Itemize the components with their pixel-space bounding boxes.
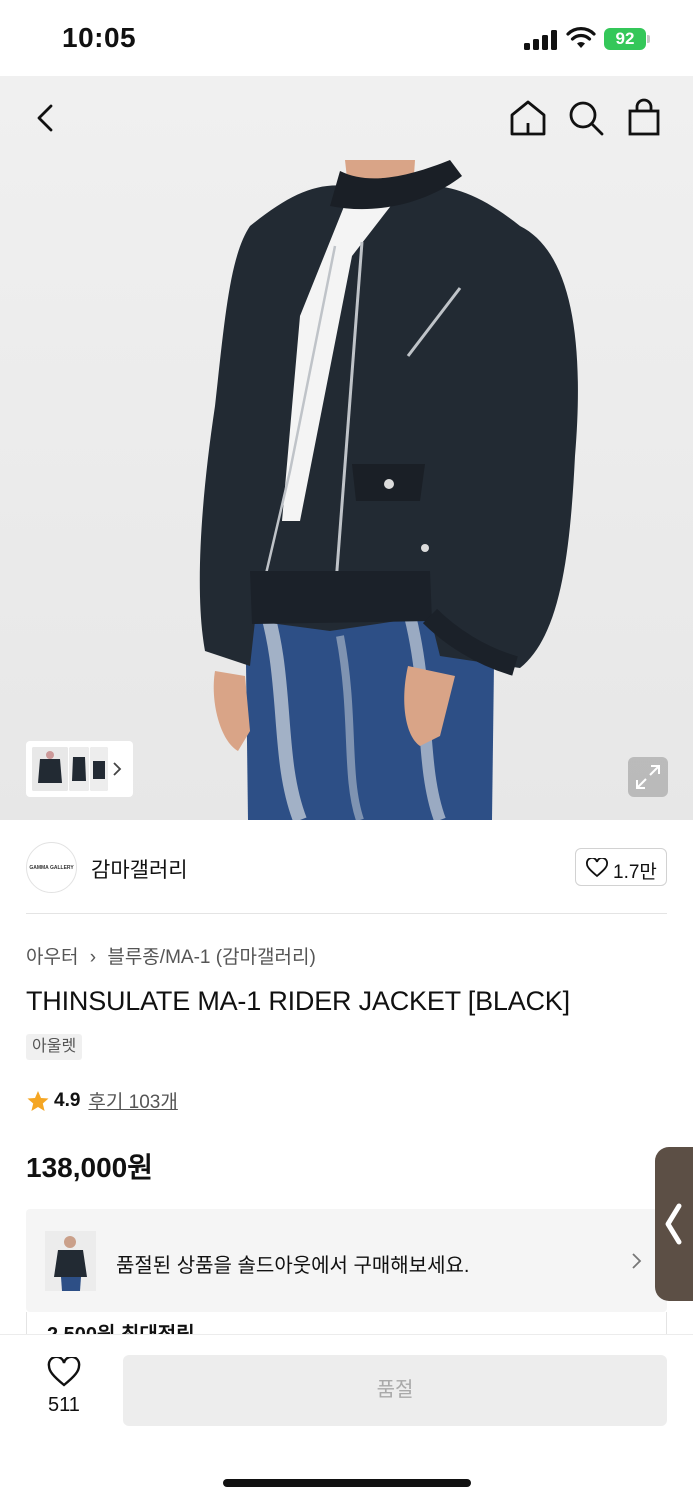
shop-row: GAMMA GALLERY 감마갤러리 1.7만 [26,820,667,914]
breadcrumb-chevron-icon: › [89,947,97,968]
product-title: THINSULATE MA-1 RIDER JACKET [BLACK] [26,986,570,1016]
breadcrumb-subcategory[interactable]: 블루종/MA-1 (감마갤러리) [107,947,315,968]
heart-icon [47,1355,81,1387]
cart-button[interactable] [622,96,666,140]
status-bar: 10:05 92 [0,0,693,76]
bottom-action-bar: 511 품절 [0,1334,693,1500]
soldout-thumbnail [45,1231,96,1291]
review-link[interactable]: 후기 103개 [88,1087,177,1114]
rating-score: 4.9 [54,1089,81,1111]
heart-icon [586,858,608,878]
product-image[interactable] [0,76,693,820]
signal-icon [524,30,558,50]
outlet-tag: 아울렛 [26,1034,83,1060]
breadcrumb: 아우터 › 블루종/MA-1 (감마갤러리) [26,942,316,969]
wish-button[interactable]: 511 [36,1355,92,1417]
status-time: 10:05 [62,22,137,53]
thumbnail-3[interactable] [90,747,108,791]
breadcrumb-category[interactable]: 아우터 [26,947,78,968]
soldout-message: 품절된 상품을 솔드아웃에서 구매해보세요. [116,1255,470,1277]
shop-like-button[interactable]: 1.7만 [575,848,667,886]
home-icon [510,100,546,136]
side-drawer-tab[interactable] [655,1147,693,1301]
battery-tip [647,35,650,43]
product-price: 138,000원 [26,1152,153,1183]
thumbnail-strip[interactable] [26,741,133,797]
home-button[interactable] [506,96,550,140]
jacket-photo [199,160,578,820]
shop-name[interactable]: 감마갤러리 [91,854,188,884]
soldout-banner[interactable]: 품절된 상품을 솔드아웃에서 구매해보세요. [26,1209,667,1312]
wish-count: 511 [48,1394,80,1416]
chevron-left-icon [665,1203,682,1245]
wifi-icon [566,27,596,48]
star-icon [27,1090,49,1111]
thumbnail-1[interactable] [32,747,68,791]
search-button[interactable] [564,96,608,140]
thumbnail-2[interactable] [69,747,89,791]
back-button[interactable] [24,96,68,140]
expand-button[interactable] [628,757,668,797]
back-arrow-icon [37,104,53,132]
search-icon [569,101,604,136]
expand-icon [636,765,660,789]
battery-indicator: 92 [604,28,646,50]
shop-like-count: 1.7만 [613,862,657,883]
shopping-bag-icon [628,98,660,136]
home-indicator [223,1479,471,1487]
chevron-right-icon [113,762,122,776]
buy-button[interactable]: 품절 [123,1355,667,1426]
chevron-right-icon [632,1253,642,1269]
shop-logo[interactable]: GAMMA GALLERY [26,842,77,893]
rating-row: 4.9 후기 103개 [26,1087,178,1114]
